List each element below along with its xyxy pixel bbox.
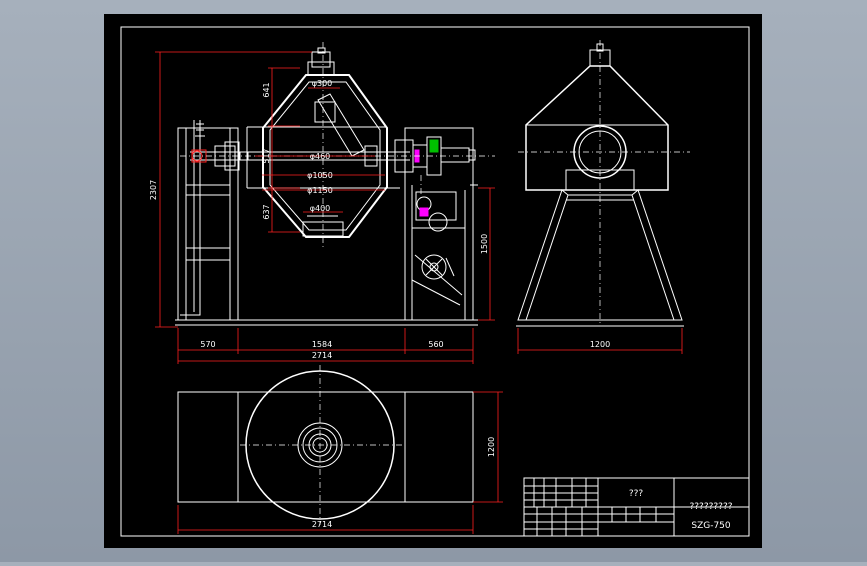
dim-width-left: 570	[200, 340, 215, 349]
dim-dia-top: φ300	[312, 79, 333, 88]
dim-overall-height: 2307	[149, 180, 158, 200]
dim-upper-cyl-height: 517	[262, 148, 271, 163]
dim-width-mid: 1584	[312, 340, 332, 349]
dim-plan-length: 2714	[312, 520, 332, 529]
title-block-company: ?????????	[690, 502, 733, 512]
dim-dia-shaft: φ460	[310, 152, 331, 161]
dim-dia-bottom: φ400	[310, 204, 331, 213]
dim-dia-inner: φ1050	[307, 171, 333, 180]
title-block-drawing-label: ???	[629, 489, 644, 499]
dim-dia-outer: φ1150	[307, 186, 333, 195]
dim-side-base-width: 1200	[590, 340, 610, 349]
dim-lower-cone-height: 637	[262, 204, 271, 219]
dim-width-total: 2714	[312, 351, 332, 360]
dim-plan-depth: 1200	[487, 437, 496, 457]
cad-viewport[interactable]: 2307 641 517 637 1500 φ300 φ460 φ1050 φ1…	[0, 0, 867, 562]
dim-width-right: 560	[428, 340, 443, 349]
drawing-canvas[interactable]: 2307 641 517 637 1500 φ300 φ460 φ1050 φ1…	[0, 0, 867, 562]
dim-top-cone-height: 641	[262, 82, 271, 97]
title-block-model: SZG-750	[691, 521, 731, 531]
dim-bed-height: 1500	[480, 234, 489, 254]
drawing-sheet	[104, 14, 762, 548]
